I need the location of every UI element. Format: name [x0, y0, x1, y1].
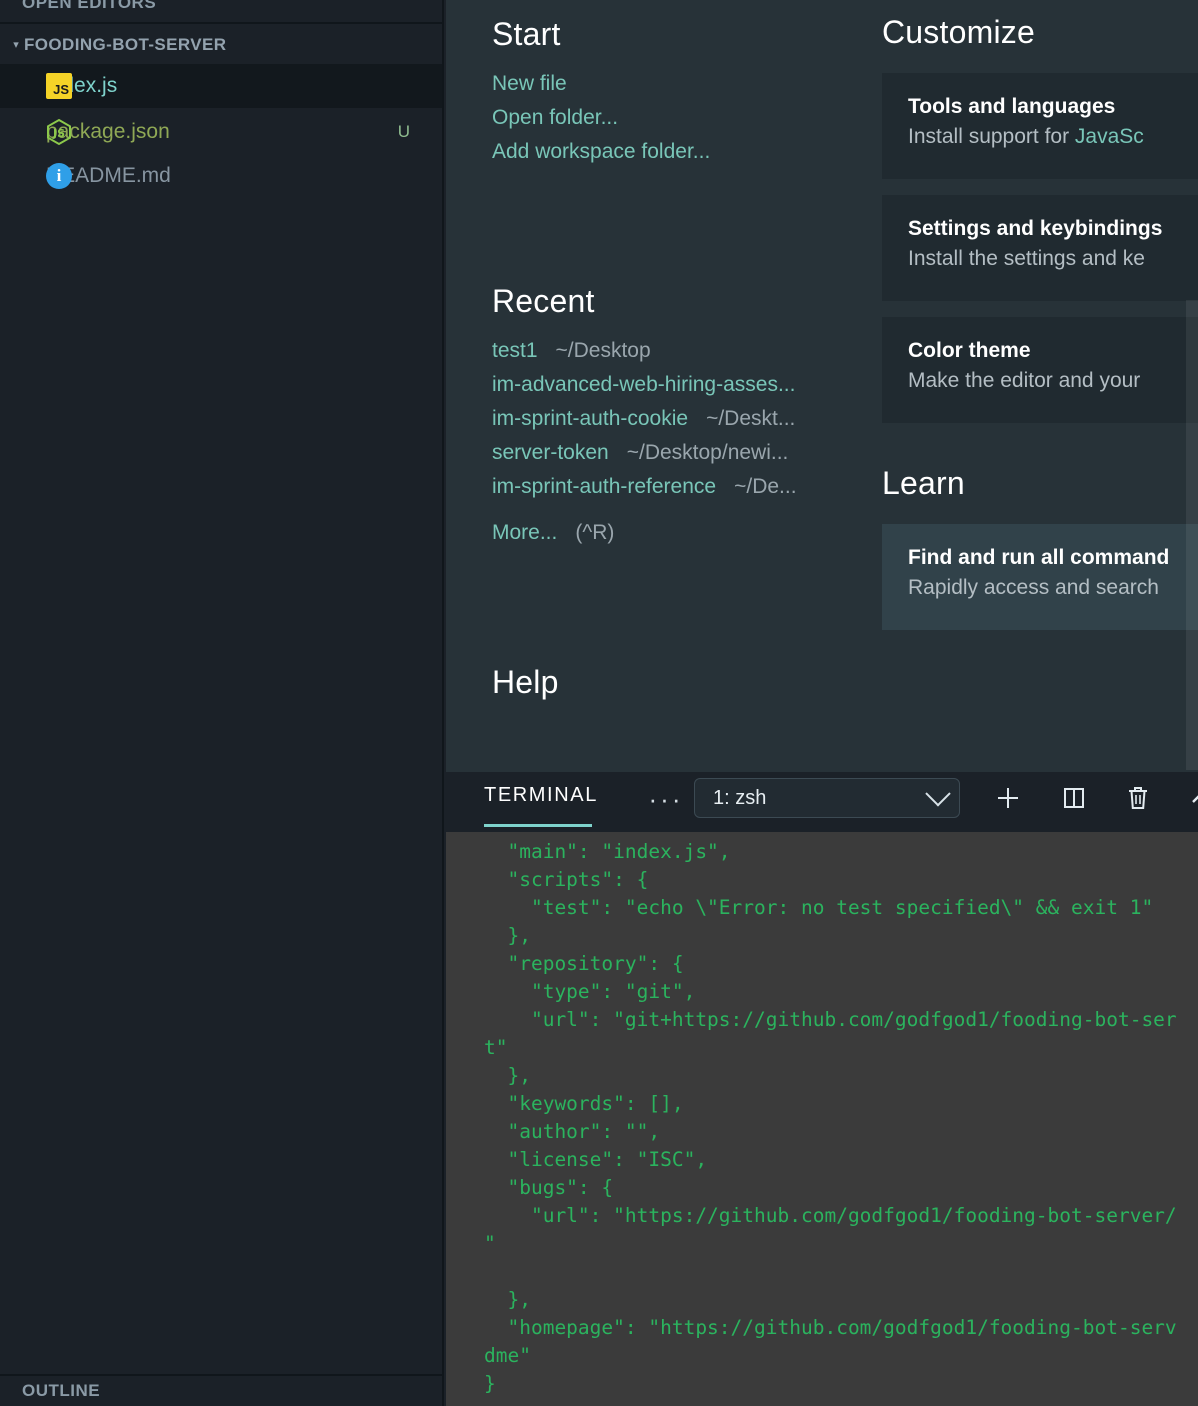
card-tools-and-languages[interactable]: Tools and languages Install support for … — [882, 73, 1198, 179]
tab-terminal[interactable]: TERMINAL — [484, 784, 598, 807]
add-workspace-folder-link[interactable]: Add workspace folder... — [492, 135, 902, 169]
card-find-and-run-all-commands[interactable]: Find and run all command Rapidly access … — [882, 524, 1198, 630]
card-title: Settings and keybindings — [908, 217, 1163, 240]
welcome-page-editor: Start New file Open folder... Add worksp… — [446, 0, 1198, 772]
recent-name: im-advanced-web-hiring-asses... — [492, 373, 796, 396]
folder-section-header[interactable]: ▾ FOODING-BOT-SERVER — [0, 30, 442, 60]
terminal-select-dropdown[interactable]: 1: zsh — [694, 778, 960, 818]
terminal-select-value: 1: zsh — [713, 786, 767, 809]
card-description-text: Rapidly access and search — [908, 576, 1159, 599]
card-description-text: Install support for — [908, 125, 1075, 148]
javascript-file-icon: JS — [46, 73, 72, 99]
card-description-text: Install the settings and ke — [908, 247, 1145, 270]
welcome-right-column: Customize Tools and languages Install su… — [882, 0, 1198, 646]
learn-heading: Learn — [882, 465, 965, 501]
learn-cards: Find and run all command Rapidly access … — [882, 524, 1198, 630]
start-heading: Start — [492, 16, 561, 52]
terminal-output-text: "main": "index.js", "scripts": { "test":… — [484, 840, 1177, 1395]
tab-terminal-label: TERMINAL — [484, 784, 598, 806]
recent-name: im-sprint-auth-reference — [492, 475, 717, 498]
list-item[interactable]: i README.md — [0, 154, 442, 198]
plus-icon — [998, 788, 1018, 808]
outline-section-header[interactable]: OUTLINE — [0, 1376, 442, 1406]
terminal-panel: TERMINAL ··· 1: zsh "main": "index.js", … — [446, 772, 1198, 1406]
help-heading: Help — [492, 664, 559, 700]
list-item[interactable]: im-sprint-auth-reference ~/De... — [492, 470, 902, 504]
recent-list: test1 ~/Desktop im-advanced-web-hiring-a… — [492, 334, 902, 550]
welcome-scrollbar[interactable] — [1186, 300, 1198, 770]
more-link: More... — [492, 521, 558, 544]
explorer-sidebar: OPEN EDITORS ▾ FOODING-BOT-SERVER JS ind… — [0, 0, 444, 1406]
split-terminal-button[interactable] — [1052, 778, 1096, 818]
tab-active-indicator — [484, 824, 592, 827]
recent-path: ~/Desktop — [555, 339, 651, 362]
more-shortcut: (^R) — [575, 521, 615, 544]
split-panel-icon — [1064, 788, 1084, 808]
kill-terminal-button[interactable] — [1116, 778, 1160, 818]
recent-heading: Recent — [492, 283, 595, 319]
recent-path: ~/De... — [734, 475, 797, 498]
list-item[interactable]: im-sprint-auth-cookie ~/Deskt... — [492, 402, 902, 436]
card-title: Color theme — [908, 339, 1031, 362]
recent-path: ~/Desktop/newi... — [626, 441, 789, 464]
open-editors-section-header[interactable]: OPEN EDITORS — [0, 0, 442, 18]
welcome-left-column: Start New file Open folder... Add worksp… — [492, 0, 902, 701]
card-description: Rapidly access and search — [908, 576, 1186, 600]
list-item[interactable]: JS index.js — [0, 64, 442, 108]
info-file-icon: i — [46, 163, 72, 189]
svg-text:JS: JS — [52, 127, 65, 140]
new-file-link[interactable]: New file — [492, 67, 902, 101]
folder-name-label: FOODING-BOT-SERVER — [24, 35, 227, 54]
list-item[interactable]: im-advanced-web-hiring-asses... — [492, 368, 902, 402]
card-settings-and-keybindings[interactable]: Settings and keybindings Install the set… — [882, 195, 1198, 301]
card-description: Make the editor and your — [908, 369, 1186, 393]
new-terminal-button[interactable] — [986, 778, 1030, 818]
card-color-theme[interactable]: Color theme Make the editor and your — [882, 317, 1198, 423]
trash-icon — [1129, 787, 1147, 809]
sidebar-divider — [0, 22, 442, 24]
card-description: Install support for JavaSc — [908, 125, 1186, 149]
card-description-accent: JavaSc — [1074, 125, 1144, 148]
list-item[interactable]: test1 ~/Desktop — [492, 334, 902, 368]
card-description-text: Make the editor and your — [908, 369, 1141, 392]
outline-label: OUTLINE — [22, 1381, 101, 1400]
panel-header: TERMINAL ··· 1: zsh — [446, 772, 1198, 832]
card-title: Find and run all command — [908, 546, 1170, 569]
card-description: Install the settings and ke — [908, 247, 1186, 271]
open-editors-label: OPEN EDITORS — [22, 0, 157, 12]
list-item[interactable]: server-token ~/Desktop/newi... — [492, 436, 902, 470]
more-actions-button[interactable]: ··· — [644, 782, 688, 816]
chevron-up-icon — [1192, 795, 1198, 803]
recent-more-row[interactable]: More... (^R) — [492, 516, 902, 550]
file-badge: U — [397, 122, 410, 141]
customize-cards: Tools and languages Install support for … — [882, 73, 1198, 423]
nodejs-file-icon: JS — [44, 117, 74, 147]
welcome-page: Start New file Open folder... Add worksp… — [446, 0, 1198, 772]
recent-name: server-token — [492, 441, 609, 464]
open-folder-link[interactable]: Open folder... — [492, 101, 902, 135]
ellipsis-icon: ··· — [648, 784, 684, 814]
chevron-down-icon: ▾ — [13, 38, 19, 51]
list-item[interactable]: JS package.json U — [0, 110, 442, 154]
terminal-output-area[interactable]: "main": "index.js", "scripts": { "test":… — [446, 832, 1198, 1406]
card-title: Tools and languages — [908, 95, 1116, 118]
recent-path: ~/Deskt... — [706, 407, 796, 430]
start-links: New file Open folder... Add workspace fo… — [492, 67, 902, 169]
chevron-down-icon — [925, 781, 951, 807]
recent-name: test1 — [492, 339, 538, 362]
vscode-window: OPEN EDITORS ▾ FOODING-BOT-SERVER JS ind… — [0, 0, 1198, 1406]
customize-heading: Customize — [882, 14, 1035, 50]
collapse-panel-button[interactable] — [1180, 778, 1198, 818]
recent-name: im-sprint-auth-cookie — [492, 407, 689, 430]
